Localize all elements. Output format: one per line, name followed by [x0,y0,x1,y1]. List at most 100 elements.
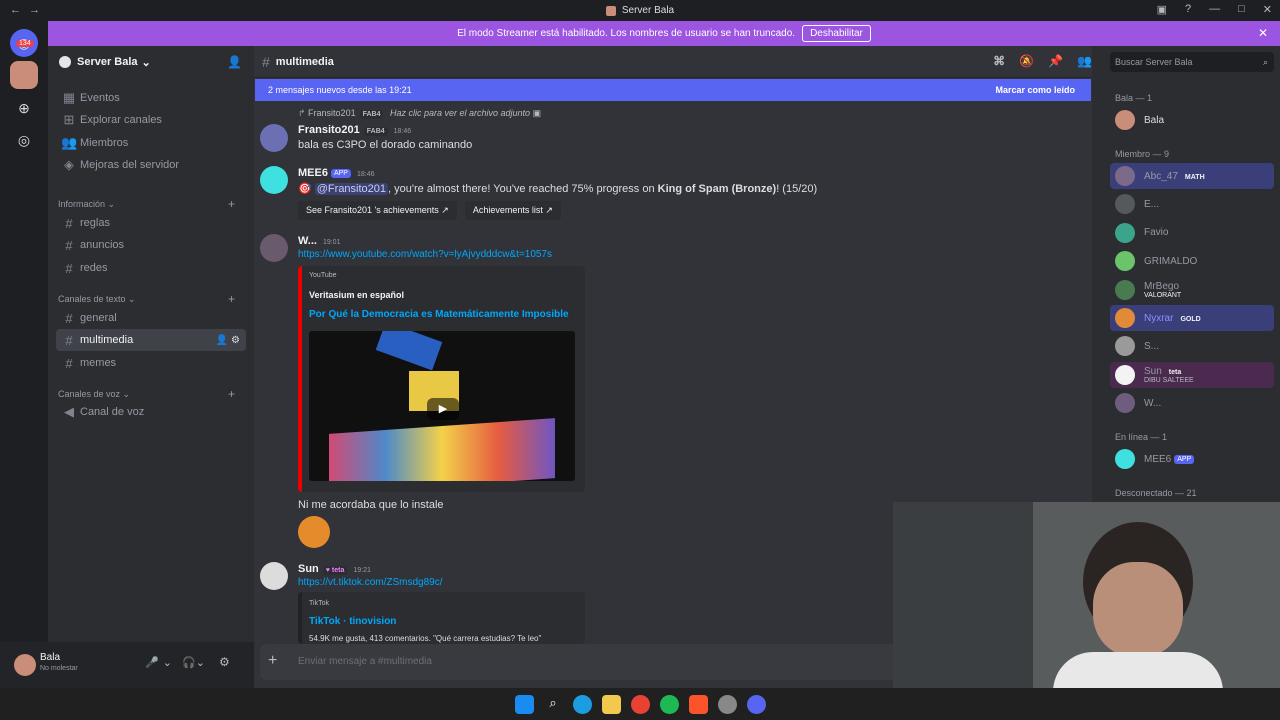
close-button[interactable]: ✕ [1263,3,1272,16]
category-info[interactable]: Información ⌄ + [58,197,235,211]
headphones-icon[interactable]: 🎧⌄ [182,656,205,669]
achievements-button[interactable]: See Fransito201 's achievements ↗ [298,201,457,220]
channel-multimedia[interactable]: # multimedia 👤 ⚙ [56,329,246,351]
category-label: Canales de texto [58,294,126,304]
window-titlebar: ←→ Server Bala ▣ ? — □ ✕ [0,0,1280,21]
member-item[interactable]: Nyxrar GOLD [1110,305,1274,331]
obs-icon[interactable] [717,694,737,714]
add-server-icon[interactable]: ⊕ [10,94,38,122]
invite-icon[interactable]: 👤 [227,55,242,69]
nav-members[interactable]: 👥 Miembros [56,132,246,154]
spotify-icon[interactable] [659,694,679,714]
nav-events[interactable]: ▦ Eventos [56,87,246,109]
add-attachment-icon[interactable]: + [268,652,277,670]
back-forward-icon[interactable]: ←→ [10,4,48,16]
channel-redes[interactable]: # redes [56,257,246,279]
achievements-list-button[interactable]: Achievements list ↗ [464,201,561,220]
avatar[interactable] [260,234,288,262]
mark-read-button[interactable]: Marcar como leído [995,85,1075,95]
member-item[interactable]: MrBego VALORANT [1110,277,1274,303]
help-icon[interactable]: ? [1185,3,1191,16]
channel-voice[interactable]: ◀ Canal de voz [56,401,246,423]
message-text: Ni me acordaba que lo instale [298,499,444,511]
server-bala-icon[interactable] [10,61,38,89]
channel-anuncios[interactable]: # anuncios [56,234,246,256]
youtube-link[interactable]: https://www.youtube.com/watch?v=lyAjvydd… [298,249,552,260]
video-thumbnail[interactable]: ▶ [309,331,575,481]
avatar [1115,336,1135,357]
brave-icon[interactable] [688,694,708,714]
member-item[interactable]: Favio [1110,220,1274,246]
channel-memes[interactable]: # memes [56,352,246,374]
pin-icon[interactable]: 📌 [1048,54,1063,68]
member-item[interactable]: Sun teta DIBU SALTEEE [1110,361,1274,388]
member-item[interactable]: MEE6 APP [1110,446,1274,472]
username[interactable]: Fransito201 [298,124,360,136]
close-icon[interactable]: ✕ [1258,26,1268,40]
maximize-button[interactable]: □ [1238,3,1245,16]
username[interactable]: Sun [298,563,319,575]
file-explorer-icon[interactable] [601,694,621,714]
discord-icon[interactable] [746,694,766,714]
member-item[interactable]: Bala [1110,107,1274,133]
member-item[interactable]: Abc_47 MATH [1110,163,1274,189]
member-list-icon[interactable]: 👥 [1077,54,1092,68]
member-item[interactable]: E... [1110,191,1274,217]
username[interactable]: W... [298,235,317,247]
minimize-button[interactable]: — [1209,3,1220,16]
avatar[interactable] [14,654,36,676]
play-icon[interactable]: ▶ [427,398,459,420]
nav-explore[interactable]: ⊞ Explorar canales [56,109,246,131]
embed-title[interactable]: Por Qué la Democracia es Matemáticamente… [309,309,569,320]
embed-author[interactable]: Veritasium en español [309,290,404,300]
search-input[interactable]: Buscar Server Bala ⌕ [1110,52,1274,72]
member-item[interactable]: S... [1110,333,1274,359]
member-item[interactable]: GRIMALDO [1110,248,1274,274]
app-badge: APP [1174,454,1195,464]
username[interactable]: MEE6 [298,167,328,179]
channel-general[interactable]: # general [56,307,246,329]
member-name: W... [1144,397,1162,409]
add-channel-icon[interactable]: + [228,197,235,211]
inbox-icon[interactable]: ▣ [1157,3,1167,16]
mute-icon[interactable]: 🔕 [1019,54,1034,68]
chrome-icon[interactable] [630,694,650,714]
windows-start-icon[interactable] [514,694,534,714]
edge-icon[interactable] [572,694,592,714]
search-icon[interactable]: ⌕ [544,695,563,714]
hash-icon: # [65,355,73,371]
add-channel-icon[interactable]: + [228,387,235,401]
avatar[interactable] [260,124,288,152]
avatar[interactable] [260,562,288,590]
embed-title[interactable]: TikTok · tinovision [309,616,396,627]
channel-reglas[interactable]: # reglas [56,212,246,234]
server-header[interactable]: Server Bala ⌄ 👤 [48,46,254,78]
target-icon: 🎯 [298,183,312,195]
tiktok-link[interactable]: https://vt.tiktok.com/ZSmsdg89c/ [298,577,443,588]
mention[interactable]: @Fransito201 [314,183,389,195]
hash-icon: # [65,237,73,253]
member-name: Nyxrar [1144,312,1174,324]
tag-badge: FAB4 [363,127,388,136]
mic-icon[interactable]: 🎤⌄ [145,656,176,669]
avatar[interactable] [260,166,288,194]
member-activity: DIBU SALTEEE [1144,376,1194,384]
member-name: E... [1144,198,1160,210]
new-messages-bar[interactable]: 2 mensajes nuevos desde las 19:21 Marcar… [255,79,1091,101]
member-item[interactable]: W... [1110,390,1274,416]
tag-label: teta [331,567,345,574]
category-voice[interactable]: Canales de voz ⌄ + [58,387,235,401]
embed-provider: YouTube [309,272,337,279]
nav-boosts[interactable]: ◈ Mejoras del servidor [56,154,246,176]
message-text: ! (15/20) [776,183,818,195]
add-channel-icon[interactable]: + [228,292,235,306]
channel-header: # multimedia ⌘ 🔕 📌 👥 [254,46,1092,78]
threads-icon[interactable]: ⌘ [993,54,1005,68]
category-text[interactable]: Canales de texto ⌄ + [58,292,235,306]
explore-icon[interactable]: ◎ [10,126,38,154]
settings-icon[interactable]: ⚙ [219,655,230,669]
reply-preview[interactable]: ↱ Fransito201 FAB4 Haz clic para ver el a… [298,108,541,119]
disable-button[interactable]: Deshabilitar [802,25,871,42]
member-name: S... [1144,340,1160,352]
channel-settings-icon[interactable]: 👤 ⚙ [216,335,240,346]
